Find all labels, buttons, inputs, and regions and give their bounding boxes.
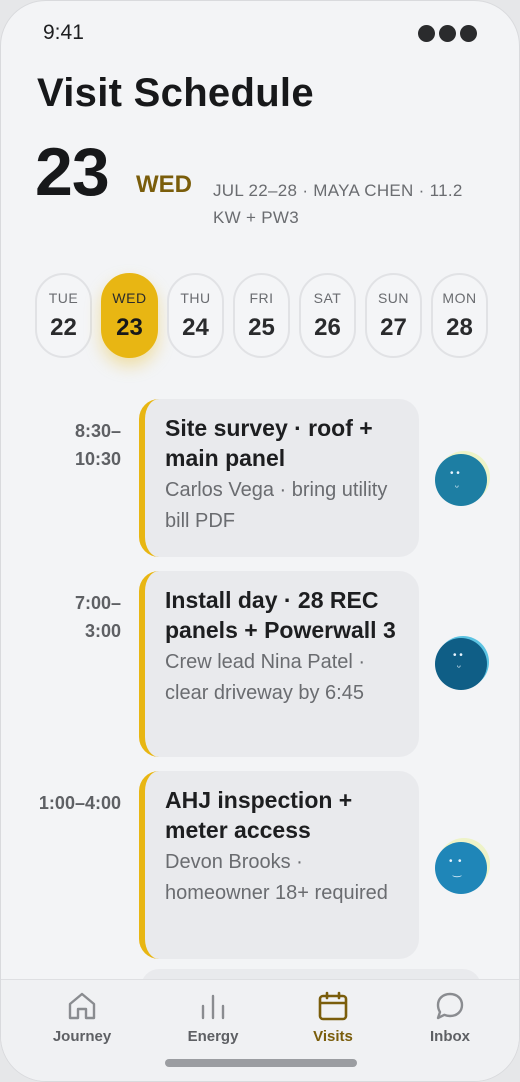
visit-time: 1:00–4:00 bbox=[39, 789, 121, 817]
day-number: 26 bbox=[314, 313, 341, 341]
page-title: Visit Schedule bbox=[37, 71, 314, 115]
day-chip-wed[interactable]: WED 23 bbox=[101, 273, 158, 358]
schedule-meta: JUL 22–28 · MAYA CHEN · 11.2 KW + PW3 bbox=[213, 181, 463, 227]
visit-card-install-day[interactable]: Install day · 28 REC panels + Powerwall … bbox=[139, 571, 419, 757]
tab-inbox[interactable]: Inbox bbox=[395, 980, 505, 1045]
selected-date-weekday: WED bbox=[136, 171, 192, 198]
home-icon bbox=[68, 992, 96, 1020]
day-chip-sun[interactable]: SUN 27 bbox=[365, 273, 422, 358]
visit-title: AHJ inspection + meter access bbox=[165, 787, 353, 843]
calendar-icon bbox=[318, 991, 348, 1021]
chat-bubble-icon bbox=[436, 992, 464, 1020]
avatar[interactable]: • • ᵕ bbox=[435, 638, 487, 690]
day-name: SUN bbox=[377, 289, 410, 306]
visit-subtitle: Devon Brooks · homeowner 18+ required bbox=[165, 851, 388, 904]
selected-date-number: 23 bbox=[35, 134, 110, 210]
visit-title: Site survey · roof + main panel bbox=[165, 415, 373, 471]
visit-title: Install day · 28 REC panels + Powerwall … bbox=[165, 587, 396, 643]
status-time: 9:41 bbox=[43, 21, 84, 44]
visit-card-ahj-inspection[interactable]: AHJ inspection + meter access Devon Broo… bbox=[139, 771, 419, 959]
tab-label: Inbox bbox=[430, 1028, 470, 1045]
bars-icon bbox=[201, 994, 225, 1020]
visit-time: 7:00– 3:00 bbox=[75, 589, 121, 645]
day-name: THU bbox=[180, 289, 211, 306]
visit-card-site-survey[interactable]: Site survey · roof + main panel Carlos V… bbox=[139, 399, 419, 557]
day-chip-sat[interactable]: SAT 26 bbox=[299, 273, 356, 358]
tab-energy[interactable]: Energy bbox=[158, 980, 268, 1045]
visit-time-text: 8:30– 10:30 bbox=[74, 421, 121, 469]
day-number: 22 bbox=[50, 313, 77, 341]
day-name: FRI bbox=[249, 289, 274, 306]
day-chip-mon[interactable]: MON 28 bbox=[431, 273, 488, 358]
day-number: 25 bbox=[248, 313, 275, 341]
visit-subtitle: Crew lead Nina Patel · clear driveway by… bbox=[165, 651, 366, 704]
avatar[interactable]: • • ‿ bbox=[435, 842, 487, 894]
day-name: SAT bbox=[313, 289, 342, 306]
day-name: TUE bbox=[48, 289, 79, 306]
day-chip-thu[interactable]: THU 24 bbox=[167, 273, 224, 358]
visit-time-text: 1:00–4:00 bbox=[38, 793, 121, 813]
tab-visits[interactable]: Visits bbox=[278, 980, 388, 1045]
phone-screen: 9:41 Visit Schedule 23 WED JUL 22–28 · M… bbox=[0, 0, 520, 1082]
visit-time-text: 7:00– 3:00 bbox=[74, 593, 121, 641]
day-number: 24 bbox=[182, 313, 209, 341]
day-name: MON bbox=[442, 289, 477, 306]
day-number: 27 bbox=[380, 313, 407, 341]
day-chip-fri[interactable]: FRI 25 bbox=[233, 273, 290, 358]
avatar[interactable]: • • ᵕ bbox=[435, 454, 487, 506]
day-chip-tue[interactable]: TUE 22 bbox=[35, 273, 92, 358]
visit-subtitle: Carlos Vega · bring utility bill PDF bbox=[165, 479, 388, 532]
tab-label: Visits bbox=[313, 1028, 353, 1045]
day-name: WED bbox=[112, 289, 147, 306]
day-number: 23 bbox=[116, 313, 143, 341]
home-indicator[interactable] bbox=[165, 1059, 357, 1067]
day-number: 28 bbox=[446, 313, 473, 341]
tab-label: Journey bbox=[52, 1028, 112, 1045]
status-indicators-icon bbox=[418, 25, 477, 42]
visit-time: 8:30– 10:30 bbox=[75, 417, 121, 473]
tab-journey[interactable]: Journey bbox=[27, 980, 137, 1045]
week-strip: TUE 22 WED 23 THU 24 FRI 25 SAT 26 SUN 2… bbox=[35, 273, 488, 358]
tab-label: Energy bbox=[187, 1028, 239, 1045]
